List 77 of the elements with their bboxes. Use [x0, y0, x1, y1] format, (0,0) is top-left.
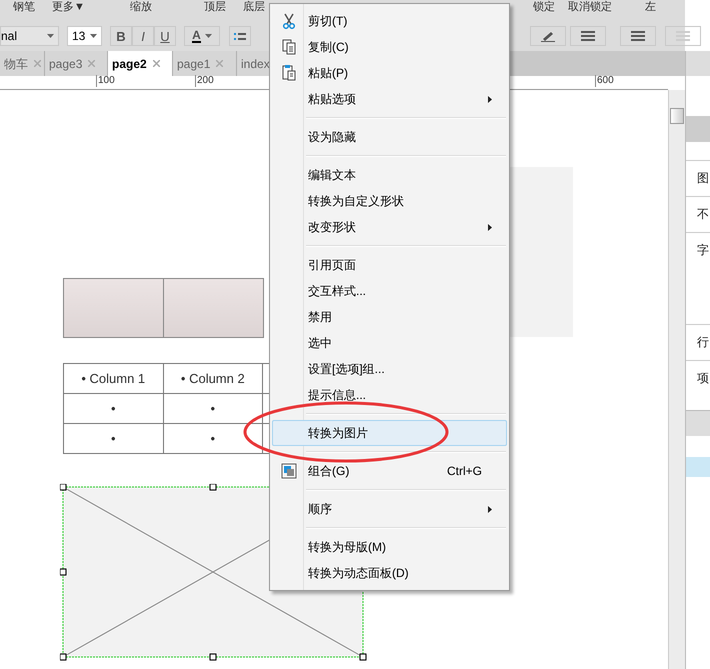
font-size-dropdown[interactable]: 13 — [67, 26, 102, 46]
panel-header — [686, 411, 710, 436]
shortcut-label: Ctrl+G — [446, 463, 482, 480]
toolbar-label[interactable]: 顶层 — [204, 1, 226, 14]
paste-icon — [282, 65, 296, 81]
close-icon — [216, 60, 224, 67]
menu-item[interactable]: 设置[选项]组... — [272, 356, 507, 382]
submenu-arrow-icon — [488, 506, 492, 512]
menu-item[interactable]: 转换为自定义形状 — [272, 188, 507, 214]
submenu-arrow-icon — [488, 224, 492, 230]
copy-icon — [282, 39, 296, 55]
menu-item[interactable]: 设为隐藏 — [272, 124, 507, 150]
close-icon — [88, 60, 96, 67]
menu-item[interactable]: 提示信息... — [272, 382, 507, 408]
table-cell: • Column 2 — [164, 364, 264, 394]
panel-header — [686, 51, 710, 76]
toolbar-label[interactable]: 更多▼ — [52, 1, 85, 14]
toolbar-label[interactable]: 缩放 — [130, 1, 152, 14]
menu-item[interactable]: 交互样式... — [272, 278, 507, 304]
property-label: 字 — [686, 232, 710, 324]
menu-item[interactable]: 转换为动态面板(D) — [272, 560, 507, 586]
table-cell: • — [164, 394, 264, 424]
line-weight-icon[interactable] — [570, 26, 606, 46]
property-label: 项 — [686, 360, 710, 396]
caret-icon — [90, 34, 97, 38]
scissors-icon — [280, 13, 296, 29]
underline-button[interactable]: U — [154, 26, 176, 46]
italic-button[interactable]: I — [132, 26, 154, 46]
table-cell: • Column 1 — [64, 364, 164, 394]
page-tab[interactable]: 物车 — [0, 51, 45, 76]
scrollbar-thumb[interactable] — [670, 108, 684, 124]
table-cell: • — [64, 424, 164, 454]
dash-style-icon[interactable] — [620, 26, 656, 46]
menu-item[interactable]: 转换为图片 — [272, 420, 507, 446]
caret-icon — [47, 34, 54, 38]
submenu-arrow-icon — [488, 96, 492, 102]
text-color-button[interactable]: A — [184, 26, 220, 46]
panel-section-header — [686, 116, 710, 142]
list-icon — [234, 32, 246, 40]
font-name: nal — [1, 28, 18, 45]
menu-item[interactable]: 转换为母版(M) — [272, 534, 507, 560]
ruler-label: 600 — [595, 75, 614, 87]
ruler-label: 100 — [96, 75, 115, 87]
page-tab[interactable]: page1 — [173, 51, 237, 76]
toolbar-label[interactable]: 底层 — [243, 1, 265, 14]
menu-item[interactable]: 禁用 — [272, 304, 507, 330]
pen-icon[interactable] — [530, 26, 566, 46]
toolbar-label[interactable]: 取消锁定 — [568, 1, 612, 14]
toolbar-label[interactable]: 左 — [645, 1, 656, 14]
toolbar-label[interactable]: 锁定 — [533, 1, 555, 14]
property-label: 图 — [686, 160, 710, 196]
font-size-value: 13 — [72, 28, 86, 45]
menu-item[interactable]: 组合(G) Ctrl+G — [272, 458, 507, 484]
text-color-label: A — [192, 29, 201, 43]
ruler-label: 200 — [195, 75, 214, 87]
page-tab[interactable]: page3 — [45, 51, 108, 76]
selected-row — [686, 457, 710, 477]
menu-item[interactable]: 顺序 — [272, 496, 507, 522]
close-icon — [34, 60, 41, 67]
property-label: 行 — [686, 324, 710, 360]
menu-item[interactable]: 引用页面 — [272, 252, 507, 278]
property-label: 不 — [686, 196, 710, 232]
table-cell: • — [64, 394, 164, 424]
toolbar-label[interactable]: 钢笔 — [13, 1, 35, 14]
bold-button[interactable]: B — [110, 26, 132, 46]
group-icon — [280, 463, 296, 479]
close-icon — [152, 60, 160, 67]
menu-item[interactable]: 粘贴选项 — [272, 86, 507, 112]
page-tab[interactable]: page2 — [108, 51, 173, 76]
table-cell: • — [164, 424, 264, 454]
menu-item[interactable]: 剪切(T) — [272, 8, 507, 34]
menu-item[interactable]: 选中 — [272, 330, 507, 356]
bullet-list-button[interactable] — [229, 26, 251, 46]
menu-item[interactable]: 改变形状 — [272, 214, 507, 240]
caret-icon — [204, 34, 212, 38]
font-dropdown[interactable]: nal — [0, 26, 59, 46]
menu-item[interactable]: 编辑文本 — [272, 162, 507, 188]
